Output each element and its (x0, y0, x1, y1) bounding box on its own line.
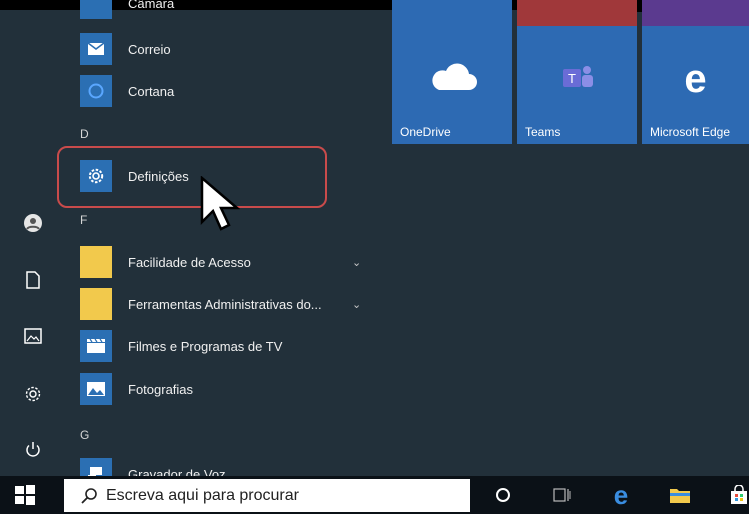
tile-label: Microsoft Edge (650, 125, 731, 139)
pictures-button[interactable] (17, 320, 49, 352)
letter-header-g[interactable]: G (80, 428, 89, 442)
windows-icon (15, 485, 35, 505)
settings-rail-button[interactable] (17, 378, 49, 410)
app-correio[interactable]: Correio (80, 30, 171, 68)
user-avatar-button[interactable] (17, 207, 49, 239)
folder-icon (670, 489, 690, 503)
gear-icon (25, 386, 41, 402)
app-label: Câmara (128, 0, 175, 11)
app-label: Gravador de Voz (128, 466, 226, 477)
chevron-down-icon[interactable]: ⌄ (352, 256, 361, 269)
app-label: Ferramentas Administrativas do... (128, 296, 322, 312)
cloud-icon (432, 63, 477, 90)
tile-teams[interactable]: T Teams (517, 26, 637, 144)
app-fotografias[interactable]: Fotografias (80, 370, 193, 408)
folder-icon (80, 288, 112, 320)
teams-icon: T (563, 66, 593, 87)
start-rail (0, 0, 66, 476)
taskbar: Escreva aqui para procurar e (0, 476, 749, 514)
film-icon (80, 330, 112, 362)
app-label: Cortana (128, 83, 175, 99)
tile-top-right-partial[interactable] (642, 0, 749, 28)
start-button[interactable] (14, 484, 36, 506)
power-icon (26, 442, 40, 457)
app-label: Correio (128, 41, 171, 57)
app-gravador-voz[interactable]: Gravador de Voz (80, 455, 226, 476)
app-label: Facilidade de Acesso (128, 254, 251, 270)
app-list: Câmara Correio Cortana D Definições F Fa… (66, 0, 386, 476)
task-view-icon (553, 488, 571, 502)
file-explorer-button[interactable] (667, 483, 693, 507)
edge-taskbar-button[interactable]: e (608, 480, 634, 510)
cortana-icon (496, 488, 510, 502)
edge-icon: e (613, 480, 629, 510)
start-menu: Câmara Correio Cortana D Definições F Fa… (0, 0, 749, 476)
user-icon (24, 214, 42, 232)
tile-label: Teams (525, 125, 561, 139)
app-cortana[interactable]: Cortana (80, 72, 174, 110)
app-filmes-tv[interactable]: Filmes e Programas de TV (80, 327, 282, 365)
tile-label: OneDrive (400, 125, 451, 139)
mouse-cursor (200, 175, 241, 237)
task-view-button[interactable] (549, 483, 575, 507)
search-placeholder[interactable]: Escreva aqui para procurar (106, 487, 299, 505)
mail-icon (80, 33, 112, 65)
svg-text:T: T (568, 71, 576, 86)
letter-header-f[interactable]: F (80, 213, 87, 227)
photos-icon (80, 373, 112, 405)
tile-top-mid-partial[interactable] (517, 0, 637, 28)
store-icon (731, 485, 747, 504)
store-button[interactable] (726, 483, 749, 507)
cortana-icon (80, 75, 112, 107)
chevron-down-icon[interactable]: ⌄ (352, 298, 361, 311)
tile-edge[interactable]: e Microsoft Edge (642, 26, 749, 144)
app-facilidade-acesso[interactable]: Facilidade de Acesso ⌄ (80, 243, 361, 281)
app-ferramentas-admin[interactable]: Ferramentas Administrativas do... ⌄ (80, 285, 361, 323)
tile-onedrive[interactable]: OneDrive (392, 26, 512, 144)
edge-icon: e (684, 57, 707, 101)
app-label: Filmes e Programas de TV (128, 338, 283, 354)
definicoes-highlight (57, 146, 327, 208)
app-camara[interactable]: Câmara (80, 0, 174, 22)
search-icon (81, 487, 97, 504)
document-icon (26, 271, 40, 289)
cortana-taskbar-button[interactable] (490, 483, 516, 507)
documents-button[interactable] (17, 264, 49, 296)
pictures-icon (24, 328, 42, 344)
tile-top-left-partial[interactable] (392, 0, 512, 28)
taskbar-search[interactable]: Escreva aqui para procurar (64, 479, 470, 512)
app-label: Fotografias (128, 381, 194, 397)
power-button[interactable] (17, 434, 49, 466)
letter-header-d[interactable]: D (80, 127, 89, 141)
camera-icon (80, 0, 112, 19)
folder-icon (80, 246, 112, 278)
recorder-icon (80, 458, 112, 476)
